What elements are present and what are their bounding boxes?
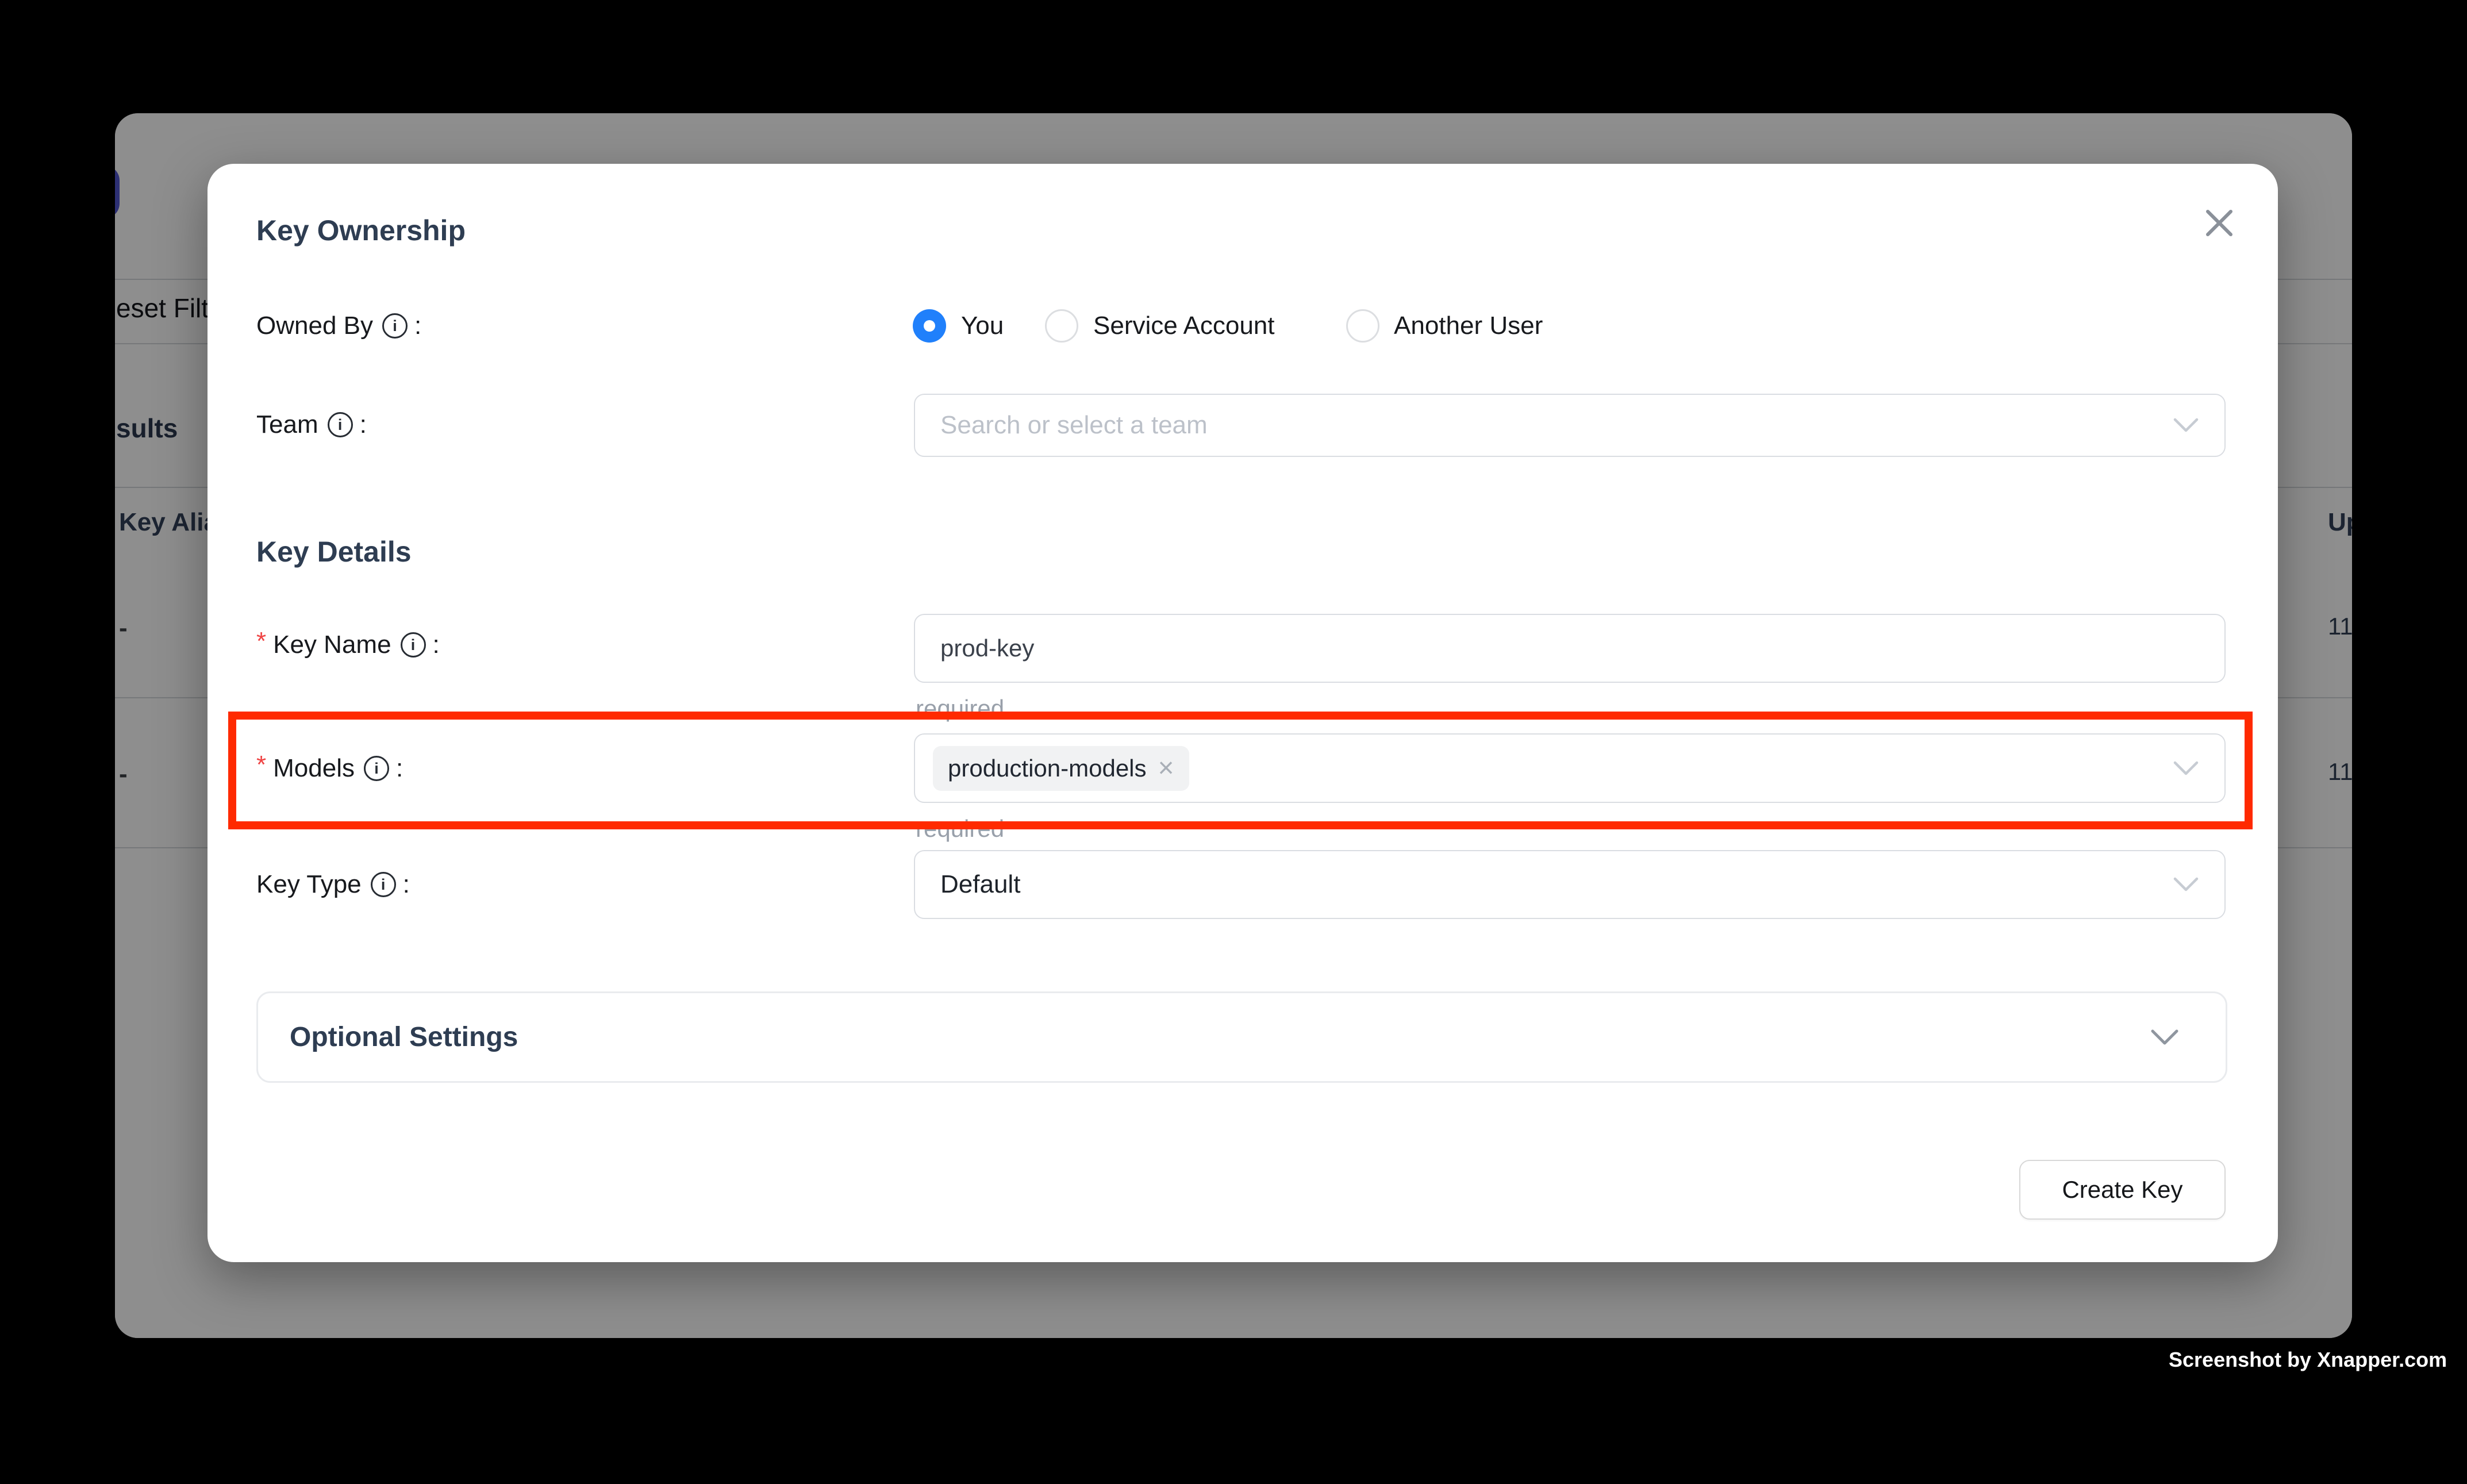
close-button[interactable] [2193, 197, 2245, 249]
radio-you[interactable] [913, 309, 946, 343]
chevron-down-icon [2173, 417, 2199, 434]
radio-service-account[interactable] [1045, 309, 1078, 343]
key-type-select[interactable]: Default [914, 850, 2226, 919]
info-icon[interactable]: i [328, 412, 353, 437]
team-label-row: Team i : [256, 407, 367, 442]
owned-by-label-row: Owned By i : [256, 309, 421, 343]
close-icon [2204, 208, 2234, 238]
info-icon[interactable]: i [382, 313, 408, 339]
key-name-input[interactable]: prod-key [914, 614, 2226, 683]
team-select-placeholder: Search or select a team [940, 411, 2173, 440]
captured-window: eset Filt sults Key Alia Up - 11/ - 11/ … [115, 113, 2352, 1338]
create-key-button-label: Create Key [2062, 1176, 2182, 1204]
watermark-text: Screenshot by Xnapper.com [2169, 1348, 2447, 1371]
section-title-key-details: Key Details [256, 535, 412, 569]
label-colon: : [433, 630, 440, 659]
label-colon: : [414, 312, 421, 340]
team-select[interactable]: Search or select a team [914, 394, 2226, 457]
key-type-value: Default [940, 870, 2173, 899]
annotation-highlight-rectangle [228, 712, 2253, 829]
info-icon[interactable]: i [371, 872, 396, 897]
required-asterisk: * [256, 627, 266, 656]
chevron-down-icon [2150, 1028, 2180, 1047]
section-title-key-ownership: Key Ownership [256, 213, 466, 248]
radio-service-account-label[interactable]: Service Account [1093, 309, 1275, 343]
key-name-label-row: * Key Name i : [256, 628, 440, 662]
radio-another-user-label[interactable]: Another User [1394, 309, 1543, 343]
key-name-value: prod-key [940, 635, 2199, 662]
label-colon: : [360, 410, 367, 439]
owned-by-label: Owned By [256, 312, 373, 340]
radio-another-user[interactable] [1346, 309, 1379, 343]
team-label: Team [256, 410, 318, 439]
key-type-label: Key Type [256, 870, 362, 899]
key-type-label-row: Key Type i : [256, 867, 410, 902]
key-name-label: Key Name [273, 630, 391, 659]
radio-you-label[interactable]: You [961, 309, 1004, 343]
label-colon: : [403, 870, 410, 899]
create-key-button[interactable]: Create Key [2019, 1160, 2226, 1220]
optional-settings-label: Optional Settings [290, 1021, 518, 1053]
info-icon[interactable]: i [401, 632, 426, 658]
chevron-down-icon [2173, 876, 2199, 893]
optional-settings-toggle[interactable]: Optional Settings [256, 991, 2227, 1083]
